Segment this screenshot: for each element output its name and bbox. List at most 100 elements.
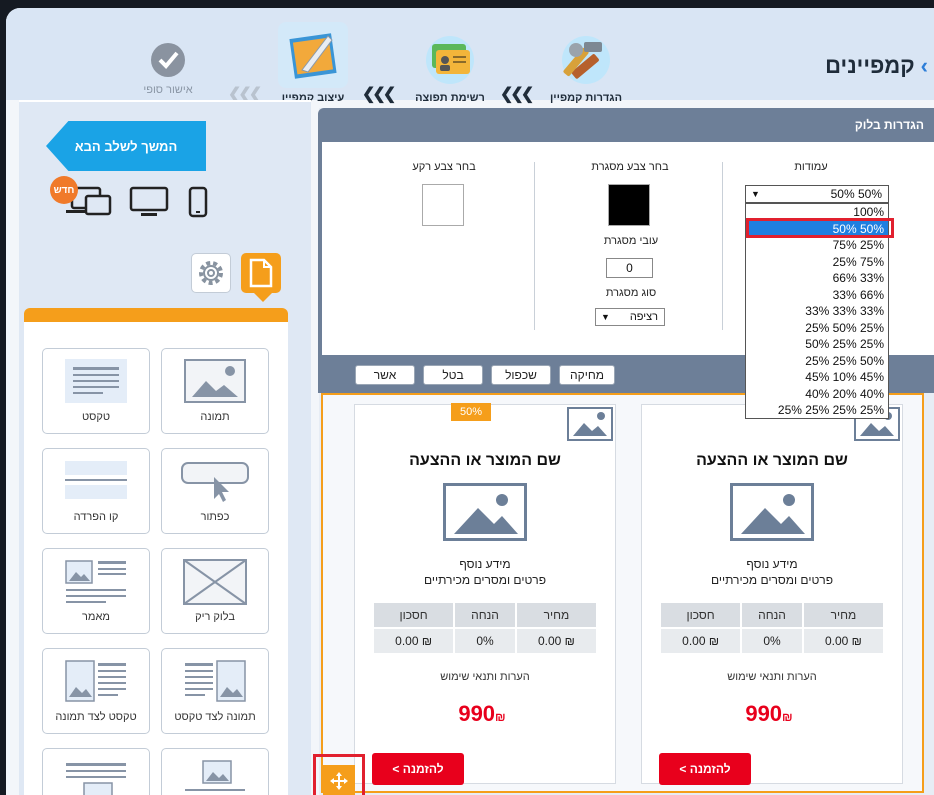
cancel-button[interactable]: בטל <box>423 365 483 385</box>
price-value: 990 <box>745 701 783 726</box>
border-type-label: סוג מסגרת <box>605 287 657 299</box>
step-mailing-list[interactable]: רשימת תפוצה <box>395 32 505 104</box>
new-badge: חדש <box>50 176 78 204</box>
columns-option[interactable]: 25% 25% 25% 25% <box>746 402 888 419</box>
terms-text[interactable]: הערות ותנאי שימוש <box>642 671 902 683</box>
block-label: מאמר <box>82 611 110 623</box>
block-partial[interactable] <box>42 748 150 795</box>
columns-option[interactable]: 33% 33% 33% <box>746 303 888 320</box>
columns-option[interactable]: 25% 25% 50% <box>746 353 888 370</box>
order-button[interactable]: להזמנה > <box>659 753 751 785</box>
border-type-select[interactable]: רציפה ▼ <box>595 308 665 326</box>
border-width-label: עובי מסגרת <box>603 235 659 247</box>
price-table: מחיר הנחה חסכון ₪ 0.00 0% ₪ 0.00 <box>372 601 598 655</box>
block-label: בלוק ריק <box>195 611 235 623</box>
block-divider[interactable]: קו הפרדה <box>42 448 150 534</box>
step-campaign-settings[interactable]: הגדרות קמפיין <box>531 32 641 104</box>
mobile-icon[interactable] <box>188 186 208 223</box>
columns-option[interactable]: 33% 66% <box>746 287 888 304</box>
product-name[interactable]: שם המוצר או ההצעה <box>355 452 615 470</box>
block-article[interactable]: מאמר <box>42 548 150 634</box>
block-label: טקסט <box>81 411 111 423</box>
table-header: הנחה <box>455 603 515 627</box>
table-cell: ₪ 0.00 <box>661 629 741 653</box>
columns-option[interactable]: 75% 25% <box>746 237 888 254</box>
block-image[interactable]: תמונה <box>161 348 269 434</box>
order-button[interactable]: להזמנה > <box>372 753 464 785</box>
product-price[interactable]: 990₪ <box>355 701 615 727</box>
price-table: מחיר הנחה חסכון ₪ 0.00 0% ₪ 0.00 <box>659 601 885 655</box>
blocks-tab[interactable] <box>241 253 281 293</box>
block-partial[interactable] <box>161 748 269 795</box>
divider <box>19 100 311 102</box>
step-label: רשימת תפוצה <box>415 92 485 104</box>
product-image[interactable] <box>443 483 527 541</box>
button-icon <box>162 459 268 503</box>
confirm-button[interactable]: אשר <box>355 365 415 385</box>
columns-option[interactable]: 25% 75% <box>746 254 888 271</box>
bg-color-swatch[interactable] <box>422 184 464 226</box>
block-text[interactable]: טקסט <box>42 348 150 434</box>
step-label: אישור סופי <box>143 84 193 96</box>
block-label: תמונה <box>200 411 230 423</box>
dropdown-arrow-icon: ▼ <box>751 189 760 199</box>
chevron-right-icon: › <box>920 53 928 78</box>
tab-pointer <box>254 293 272 302</box>
table-cell: 0% <box>455 629 515 653</box>
columns-option[interactable]: 66% 33% <box>746 270 888 287</box>
price-value: 990 <box>458 701 496 726</box>
block-button[interactable]: כפתור <box>161 448 269 534</box>
columns-option[interactable]: 45% 10% 45% <box>746 369 888 386</box>
settings-tab[interactable] <box>191 253 231 293</box>
separator <box>534 162 535 330</box>
columns-option[interactable]: 25% 50% 25% <box>746 320 888 337</box>
block-label: קו הפרדה <box>73 511 119 523</box>
design-icon <box>278 22 348 88</box>
product-price[interactable]: 990₪ <box>642 701 902 727</box>
border-color-swatch[interactable] <box>608 184 650 226</box>
product-card[interactable]: שם המוצר או ההצעה מידע נוסף פרטים ומסרים… <box>641 404 903 785</box>
highlight-box <box>313 754 365 795</box>
border-width-input[interactable]: 0 <box>606 258 653 278</box>
columns-option[interactable]: 40% 20% 40% <box>746 386 888 403</box>
image-icon[interactable] <box>567 407 613 441</box>
text-beside-image-icon <box>43 659 149 705</box>
step-final-approval[interactable]: אישור סופי <box>113 40 223 96</box>
product-card[interactable]: שם המוצר או ההצעה מידע נוסף פרטים ומסרים… <box>354 404 616 785</box>
product-name[interactable]: שם המוצר או ההצעה <box>642 452 902 470</box>
empty-block-icon <box>162 559 268 605</box>
table-header: חסכון <box>661 603 741 627</box>
block-empty[interactable]: בלוק ריק <box>161 548 269 634</box>
next-step-button[interactable]: המשך לשלב הבא <box>46 121 206 171</box>
border-type-value: רציפה <box>629 311 658 323</box>
currency-symbol: ₪ <box>495 710 506 724</box>
table-header: מחיר <box>803 603 883 627</box>
product-info[interactable]: מידע נוסף <box>355 557 615 571</box>
border-color-label: בחר צבע מסגרת <box>591 161 669 173</box>
duplicate-button[interactable]: שכפול <box>491 365 551 385</box>
divider-icon <box>43 459 149 503</box>
desktop-icon[interactable] <box>129 186 169 223</box>
table-header: מחיר <box>516 603 596 627</box>
columns-select[interactable]: 50% 50% ▼ <box>745 185 889 203</box>
page-title[interactable]: ›קמפיינים <box>825 53 928 79</box>
separator <box>722 162 723 330</box>
dialog-title: הגדרות בלוק <box>854 118 924 132</box>
step-campaign-design[interactable]: עיצוב קמפיין <box>258 22 368 104</box>
table-header: הנחה <box>742 603 802 627</box>
table-cell: ₪ 0.00 <box>803 629 883 653</box>
block-image-beside-text[interactable]: תמונה לצד טקסט <box>161 648 269 734</box>
product-details[interactable]: פרטים ומסרים מכירתיים <box>355 573 615 587</box>
product-image[interactable] <box>730 483 814 541</box>
terms-text[interactable]: הערות ותנאי שימוש <box>355 671 615 683</box>
product-block[interactable]: שם המוצר או ההצעה מידע נוסף פרטים ומסרים… <box>321 393 924 793</box>
columns-option[interactable]: 50% 25% 25% <box>746 336 888 353</box>
product-info[interactable]: מידע נוסף <box>642 557 902 571</box>
product-details[interactable]: פרטים ומסרים מכירתיים <box>642 573 902 587</box>
delete-button[interactable]: מחיקה <box>559 365 615 385</box>
block-label: טקסט לצד תמונה <box>55 711 137 723</box>
app-window: ›קמפיינים הגדרות קמפיין ❮❮❮ רשימת תפוצה … <box>6 8 934 795</box>
table-cell: ₪ 0.00 <box>516 629 596 653</box>
block-text-beside-image[interactable]: טקסט לצד תמונה <box>42 648 150 734</box>
currency-symbol: ₪ <box>782 710 793 724</box>
